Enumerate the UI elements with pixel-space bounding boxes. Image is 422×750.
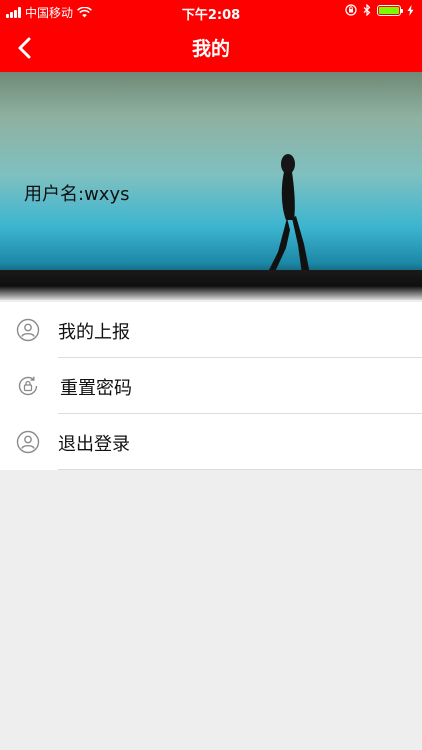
orientation-lock-icon	[345, 4, 357, 16]
user-circle-icon	[16, 318, 40, 342]
top-bar: 中国移动 下午2:08 我的	[0, 0, 422, 72]
bluetooth-icon	[363, 4, 371, 16]
walking-figure-image	[268, 154, 310, 274]
divider	[58, 469, 422, 470]
menu-list: 我的上报 重置密码 退出登录	[0, 302, 422, 470]
battery-icon	[377, 4, 403, 16]
profile-banner: 用户名:wxys	[0, 72, 422, 300]
user-circle-icon	[16, 430, 40, 454]
status-right	[345, 4, 414, 16]
lock-reset-icon	[18, 376, 38, 396]
menu-item-my-reports[interactable]: 我的上报	[0, 302, 422, 358]
menu-item-label: 我的上报	[58, 322, 130, 343]
banner-fade	[0, 286, 422, 300]
menu-item-label: 退出登录	[58, 434, 130, 455]
charging-icon	[407, 4, 414, 16]
nav-bar: 我的	[0, 24, 422, 72]
status-bar: 中国移动 下午2:08	[0, 0, 422, 24]
username-label: 用户名:wxys	[24, 184, 130, 205]
menu-item-logout[interactable]: 退出登录	[0, 414, 422, 470]
menu-item-reset-password[interactable]: 重置密码	[0, 358, 422, 414]
menu-item-label: 重置密码	[60, 378, 132, 399]
page-title: 我的	[191, 38, 230, 60]
